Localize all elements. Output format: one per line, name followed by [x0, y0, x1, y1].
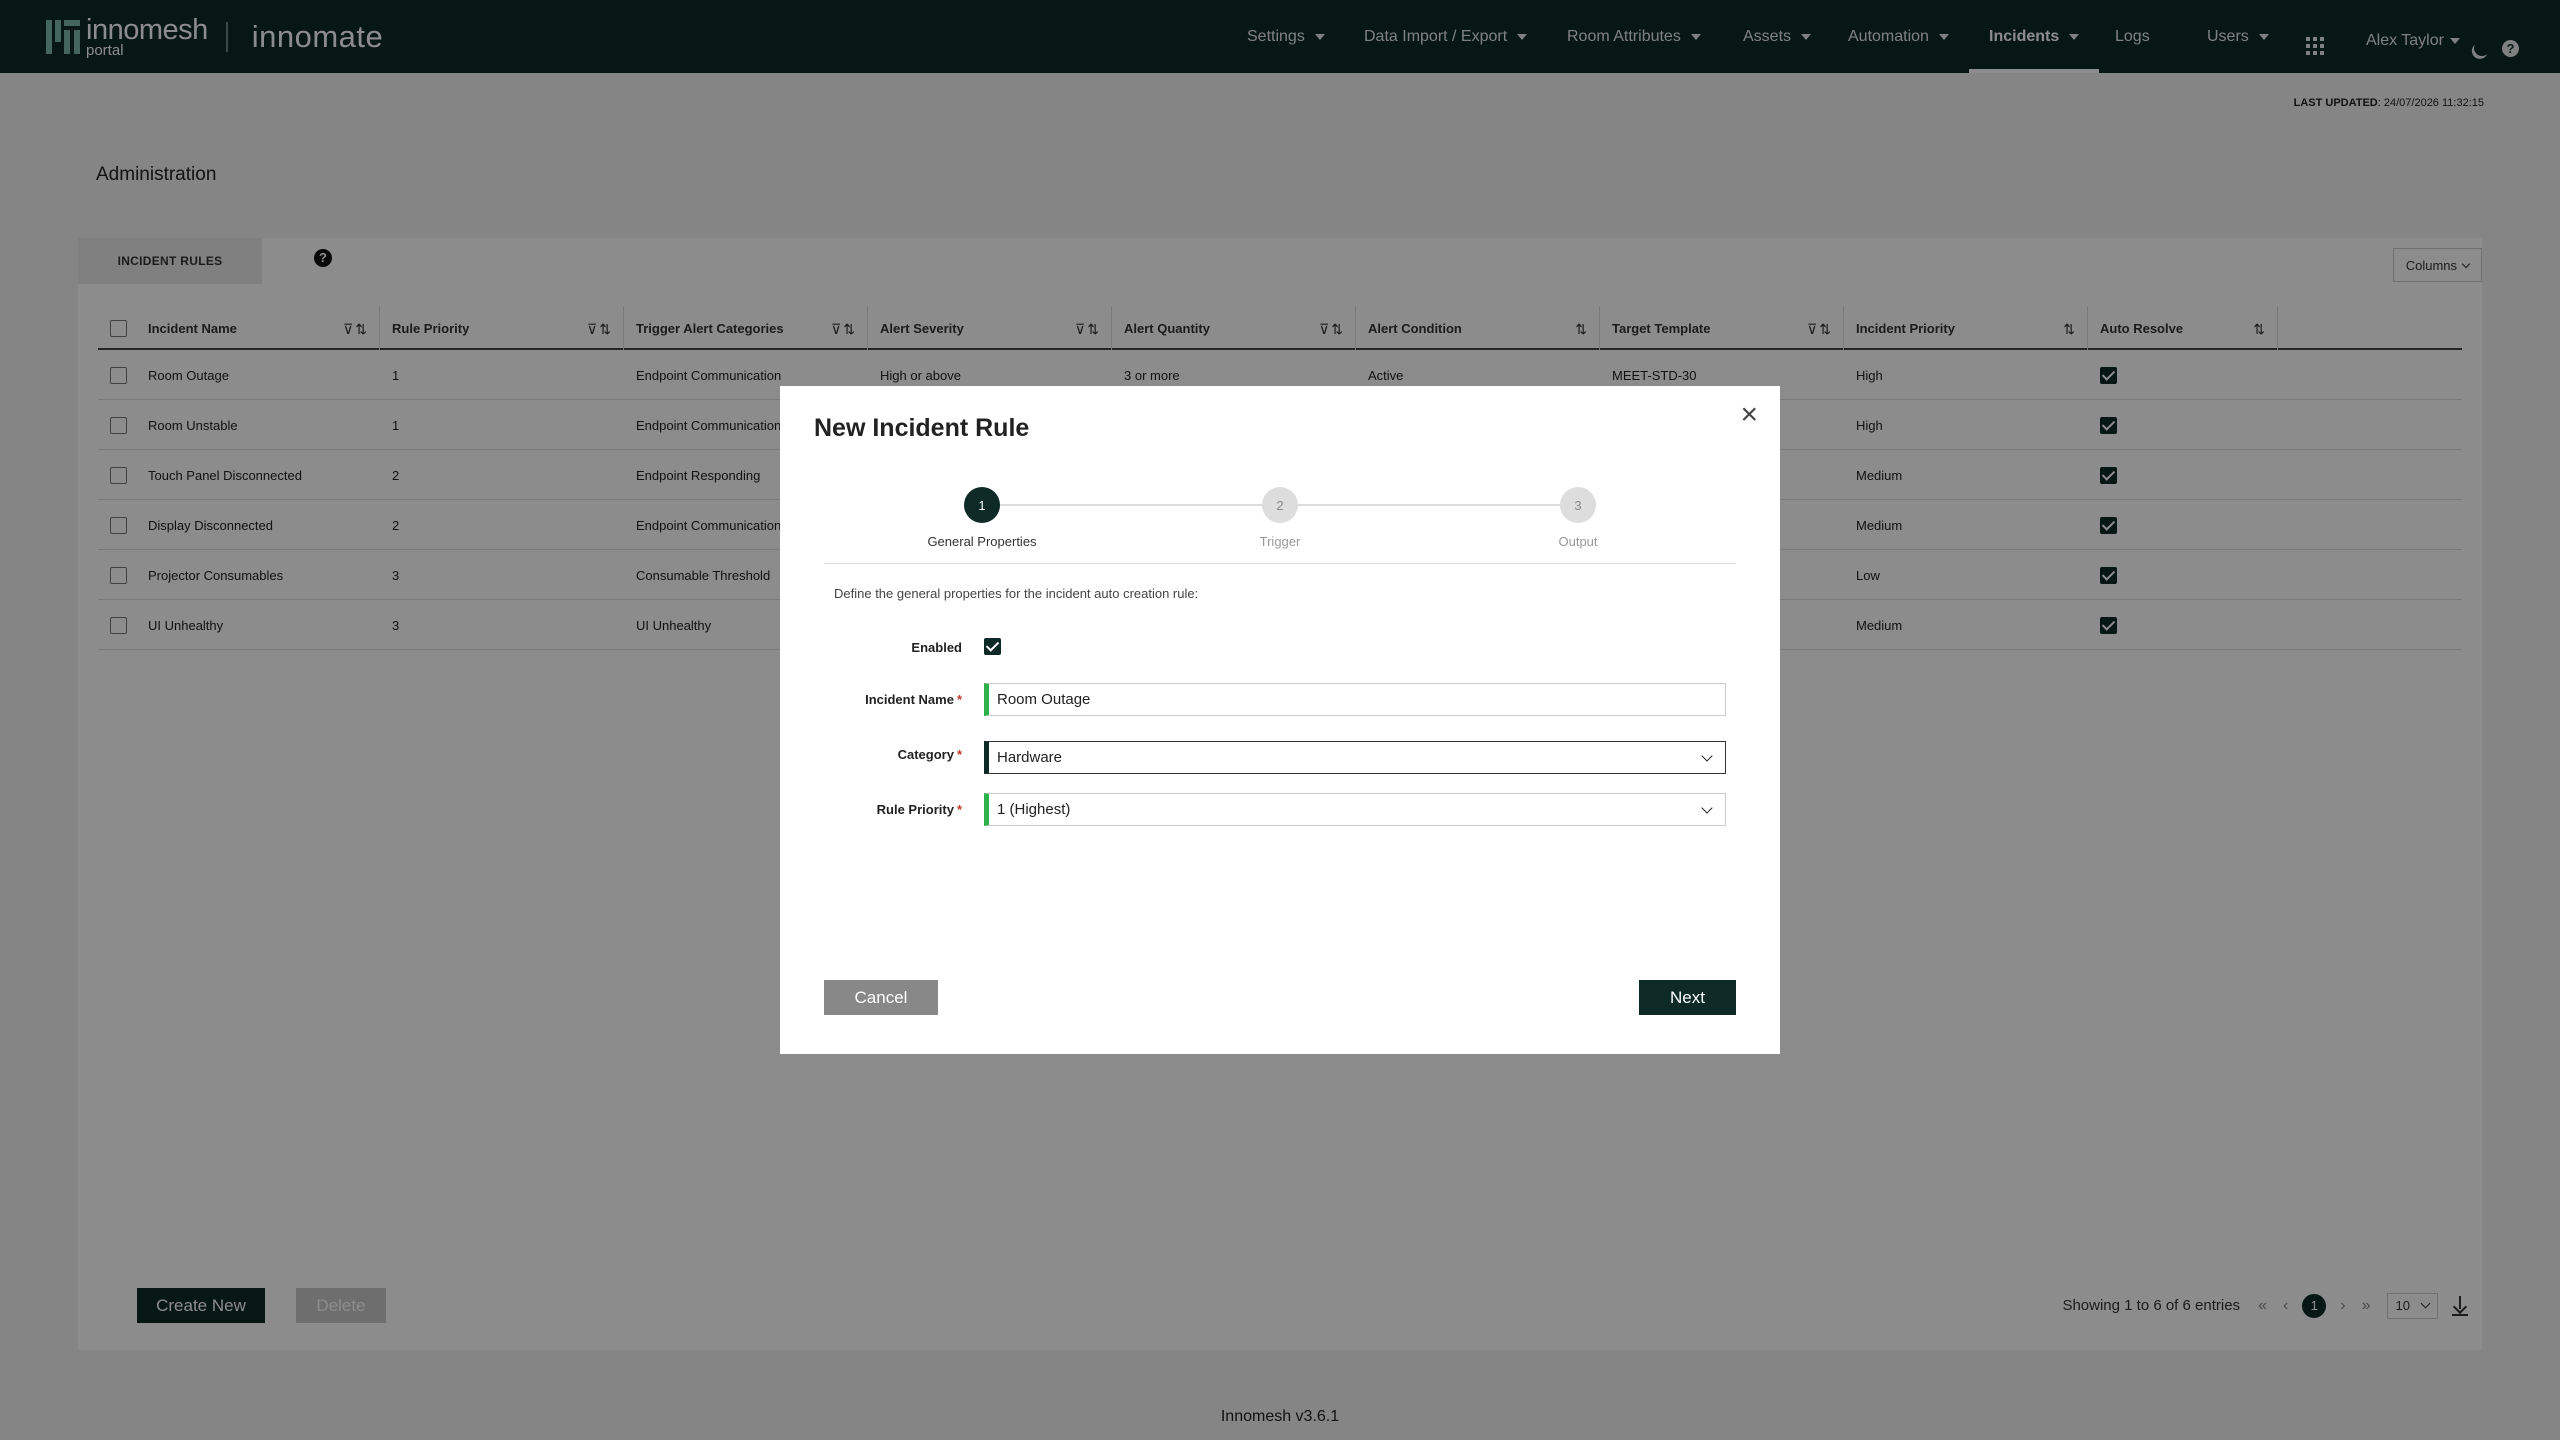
- next-button[interactable]: Next: [1639, 980, 1736, 1015]
- incident-name-label: Incident Name *: [865, 692, 962, 707]
- divider: [824, 563, 1736, 564]
- required-marker: *: [956, 692, 962, 707]
- chevron-down-icon: [1701, 750, 1713, 762]
- step-general-properties: 1 General Properties: [902, 487, 1062, 549]
- rule-priority-select[interactable]: 1 (Highest): [984, 793, 1726, 826]
- dialog-title: New Incident Rule: [814, 414, 1030, 442]
- incident-name-input[interactable]: Room Outage: [984, 683, 1726, 716]
- required-marker: *: [956, 747, 962, 762]
- chevron-down-icon: [1701, 802, 1713, 814]
- close-icon[interactable]: ×: [1740, 400, 1758, 430]
- category-label: Category *: [897, 747, 962, 762]
- rule-priority-label: Rule Priority *: [876, 802, 962, 817]
- enabled-label: Enabled: [911, 640, 962, 655]
- dialog-description: Define the general properties for the in…: [834, 586, 1199, 601]
- category-select[interactable]: Hardware: [984, 741, 1726, 774]
- required-marker: *: [956, 802, 962, 817]
- new-incident-rule-dialog: New Incident Rule × 1 General Properties…: [780, 386, 1780, 1054]
- step-output: 3 Output: [1498, 487, 1658, 549]
- enabled-checkbox[interactable]: [984, 638, 1001, 655]
- cancel-button[interactable]: Cancel: [824, 980, 938, 1015]
- step-trigger: 2 Trigger: [1200, 487, 1360, 549]
